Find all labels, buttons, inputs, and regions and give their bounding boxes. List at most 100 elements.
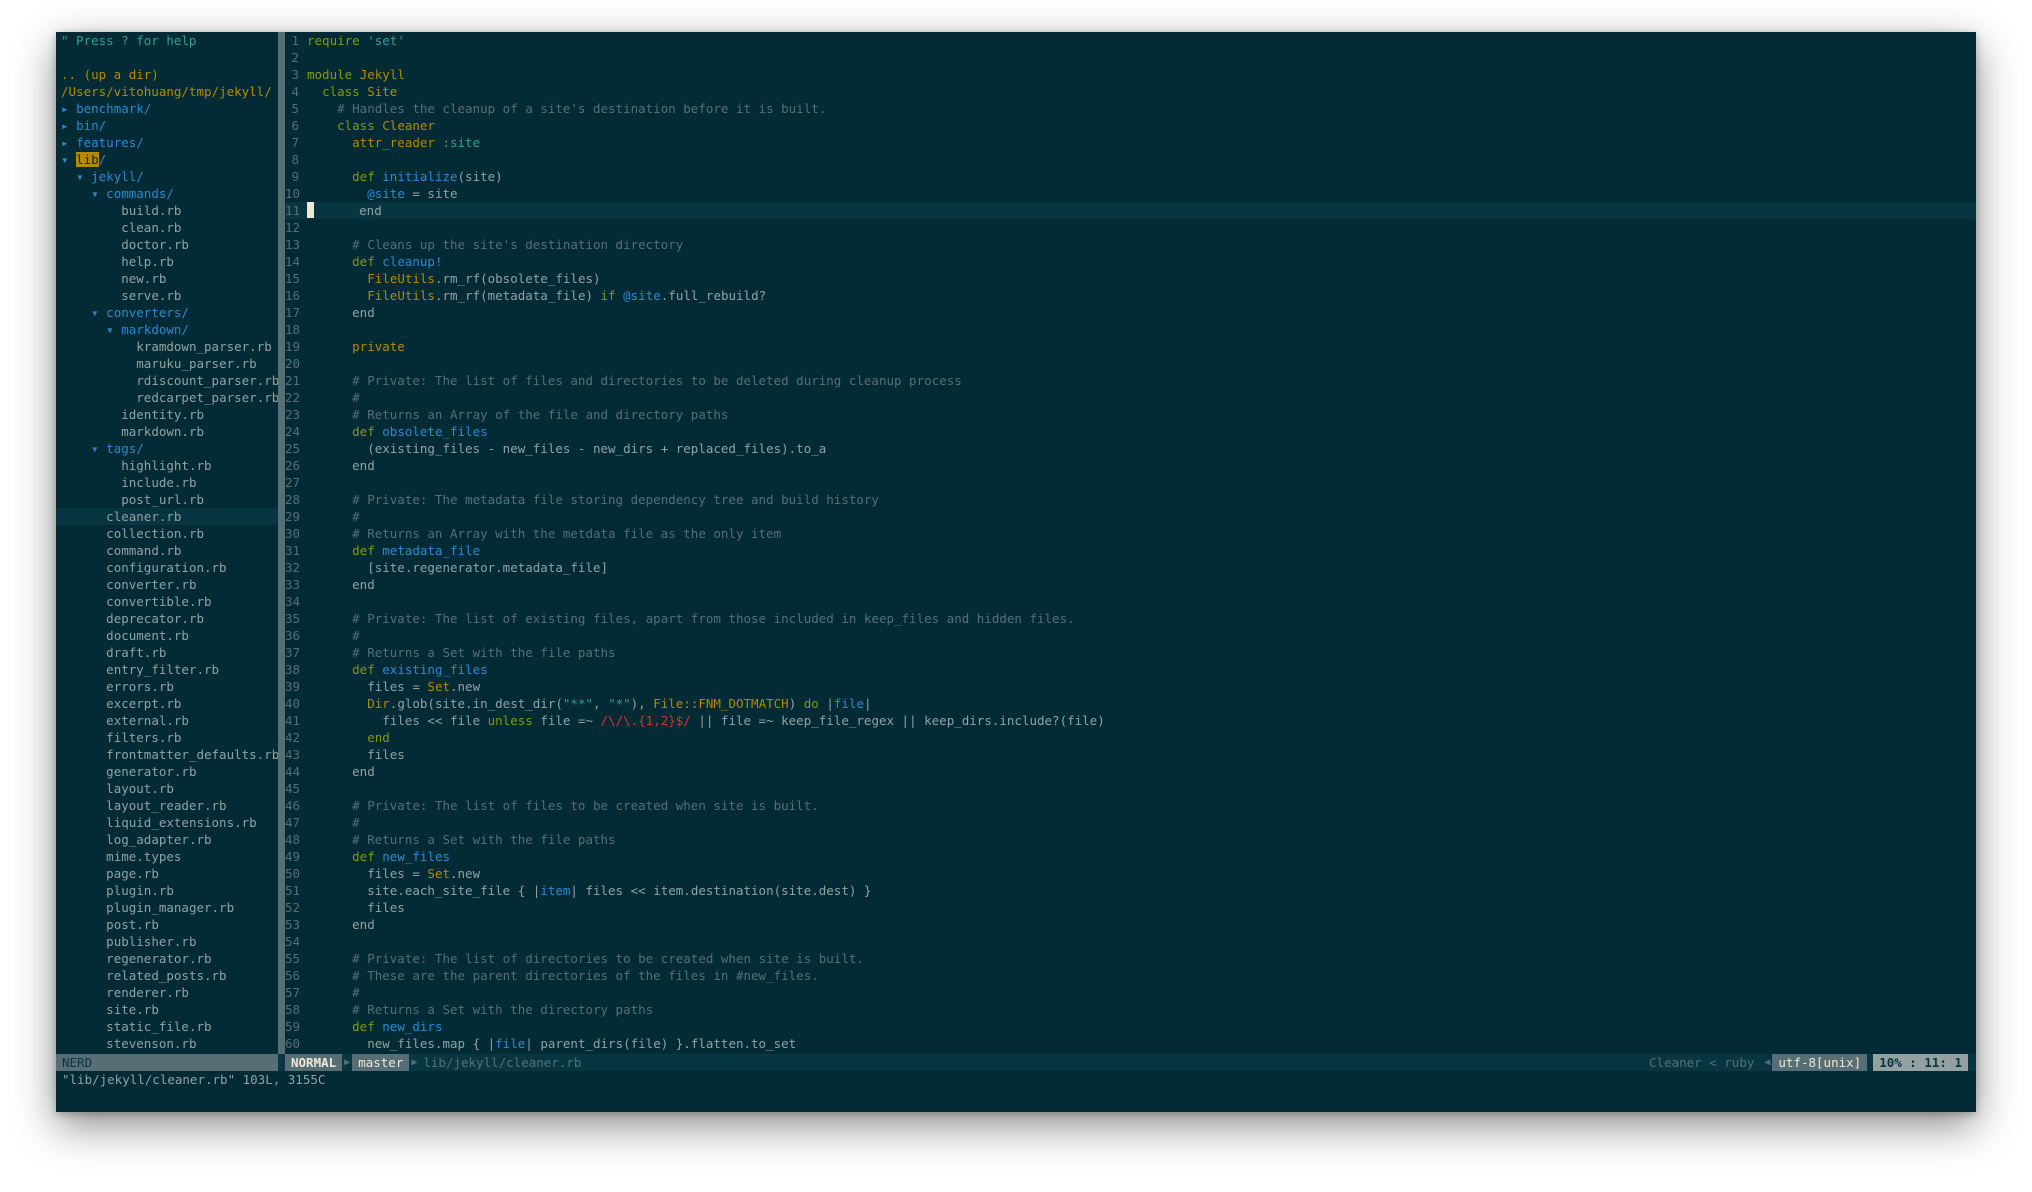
tree-file[interactable]: configuration.rb: [56, 559, 278, 576]
tree-file[interactable]: post.rb: [56, 916, 278, 933]
tree-file[interactable]: post_url.rb: [56, 491, 278, 508]
nerdtree-up-dir[interactable]: .. (up a dir): [56, 66, 278, 83]
collapsed-arrow-icon[interactable]: ▸: [61, 135, 69, 150]
code-line[interactable]: 42 end: [285, 729, 1976, 746]
code-line[interactable]: 30 # Returns an Array with the metdata f…: [285, 525, 1976, 542]
code-line[interactable]: 37 # Returns a Set with the file paths: [285, 644, 1976, 661]
tree-file[interactable]: draft.rb: [56, 644, 278, 661]
tree-file[interactable]: generator.rb: [56, 763, 278, 780]
nerdtree-panel[interactable]: " Press ? for help .. (up a dir) /Users/…: [56, 32, 278, 1054]
tree-file[interactable]: frontmatter_defaults.rb: [56, 746, 278, 763]
tree-directory[interactable]: ▾ commands/: [56, 185, 278, 202]
code-line[interactable]: 27: [285, 474, 1976, 491]
code-line[interactable]: 15 FileUtils.rm_rf(obsolete_files): [285, 270, 1976, 287]
code-line[interactable]: 13 # Cleans up the site's destination di…: [285, 236, 1976, 253]
code-line[interactable]: 57 #: [285, 984, 1976, 1001]
code-line[interactable]: 35 # Private: The list of existing files…: [285, 610, 1976, 627]
code-line[interactable]: 31 def metadata_file: [285, 542, 1976, 559]
tree-directory[interactable]: ▾ jekyll/: [56, 168, 278, 185]
code-line[interactable]: 9 def initialize(site): [285, 168, 1976, 185]
tree-file[interactable]: errors.rb: [56, 678, 278, 695]
expanded-arrow-icon[interactable]: ▾: [61, 152, 69, 167]
code-line[interactable]: 32 [site.regenerator.metadata_file]: [285, 559, 1976, 576]
tree-file[interactable]: help.rb: [56, 253, 278, 270]
code-line[interactable]: 59 def new_dirs: [285, 1018, 1976, 1035]
tree-file[interactable]: include.rb: [56, 474, 278, 491]
code-line[interactable]: 19 private: [285, 338, 1976, 355]
code-line[interactable]: 40 Dir.glob(site.in_dest_dir("**", "*"),…: [285, 695, 1976, 712]
code-line[interactable]: 2: [285, 49, 1976, 66]
tree-file[interactable]: maruku_parser.rb: [56, 355, 278, 372]
expanded-arrow-icon[interactable]: ▾: [76, 169, 84, 184]
tree-file[interactable]: related_posts.rb: [56, 967, 278, 984]
collapsed-arrow-icon[interactable]: ▸: [61, 101, 69, 116]
tree-directory[interactable]: ▸ benchmark/: [56, 100, 278, 117]
tree-file[interactable]: liquid_extensions.rb: [56, 814, 278, 831]
tree-file[interactable]: external.rb: [56, 712, 278, 729]
tree-directory[interactable]: ▾ markdown/: [56, 321, 278, 338]
tree-file[interactable]: collection.rb: [56, 525, 278, 542]
code-line[interactable]: 25 (existing_files - new_files - new_dir…: [285, 440, 1976, 457]
code-line[interactable]: 11 end: [285, 202, 1976, 219]
code-line[interactable]: 12: [285, 219, 1976, 236]
code-line[interactable]: 52 files: [285, 899, 1976, 916]
tree-file[interactable]: deprecator.rb: [56, 610, 278, 627]
tree-file[interactable]: excerpt.rb: [56, 695, 278, 712]
expanded-arrow-icon[interactable]: ▾: [91, 441, 99, 456]
tree-file[interactable]: redcarpet_parser.rb: [56, 389, 278, 406]
tree-file[interactable]: cleaner.rb: [56, 508, 278, 525]
command-line[interactable]: "lib/jekyll/cleaner.rb" 103L, 3155C: [56, 1071, 325, 1088]
code-line[interactable]: 39 files = Set.new: [285, 678, 1976, 695]
tree-file[interactable]: plugin.rb: [56, 882, 278, 899]
code-line[interactable]: 41 files << file unless file =~ /\/\.{1,…: [285, 712, 1976, 729]
code-line[interactable]: 38 def existing_files: [285, 661, 1976, 678]
tree-file[interactable]: build.rb: [56, 202, 278, 219]
code-line[interactable]: 53 end: [285, 916, 1976, 933]
code-line[interactable]: 49 def new_files: [285, 848, 1976, 865]
code-line[interactable]: 54: [285, 933, 1976, 950]
tree-directory[interactable]: ▾ lib/: [56, 151, 278, 168]
code-line[interactable]: 20: [285, 355, 1976, 372]
tree-file[interactable]: plugin_manager.rb: [56, 899, 278, 916]
tree-file[interactable]: publisher.rb: [56, 933, 278, 950]
collapsed-arrow-icon[interactable]: ▸: [61, 118, 69, 133]
code-line[interactable]: 43 files: [285, 746, 1976, 763]
code-line[interactable]: 51 site.each_site_file { |item| files <<…: [285, 882, 1976, 899]
tree-file[interactable]: regenerator.rb: [56, 950, 278, 967]
code-line[interactable]: 4 class Site: [285, 83, 1976, 100]
tree-file[interactable]: kramdown_parser.rb: [56, 338, 278, 355]
code-line[interactable]: 6 class Cleaner: [285, 117, 1976, 134]
tree-file[interactable]: filters.rb: [56, 729, 278, 746]
tree-file[interactable]: converter.rb: [56, 576, 278, 593]
code-line[interactable]: 33 end: [285, 576, 1976, 593]
code-line[interactable]: 21 # Private: The list of files and dire…: [285, 372, 1976, 389]
code-line[interactable]: 16 FileUtils.rm_rf(metadata_file) if @si…: [285, 287, 1976, 304]
tree-file[interactable]: site.rb: [56, 1001, 278, 1018]
code-line[interactable]: 28 # Private: The metadata file storing …: [285, 491, 1976, 508]
expanded-arrow-icon[interactable]: ▾: [91, 305, 99, 320]
code-line[interactable]: 24 def obsolete_files: [285, 423, 1976, 440]
code-line[interactable]: 45: [285, 780, 1976, 797]
tree-file[interactable]: convertible.rb: [56, 593, 278, 610]
expanded-arrow-icon[interactable]: ▾: [106, 322, 114, 337]
code-line[interactable]: 56 # These are the parent directories of…: [285, 967, 1976, 984]
code-line[interactable]: 48 # Returns a Set with the file paths: [285, 831, 1976, 848]
tree-file[interactable]: new.rb: [56, 270, 278, 287]
tree-directory[interactable]: ▾ tags/: [56, 440, 278, 457]
code-line[interactable]: 18: [285, 321, 1976, 338]
code-line[interactable]: 46 # Private: The list of files to be cr…: [285, 797, 1976, 814]
tree-directory[interactable]: ▸ bin/: [56, 117, 278, 134]
tree-file[interactable]: static_file.rb: [56, 1018, 278, 1035]
code-line[interactable]: 60 new_files.map { |file| parent_dirs(fi…: [285, 1035, 1976, 1052]
tree-file[interactable]: clean.rb: [56, 219, 278, 236]
code-line[interactable]: 29 #: [285, 508, 1976, 525]
code-line[interactable]: 5 # Handles the cleanup of a site's dest…: [285, 100, 1976, 117]
code-line[interactable]: 26 end: [285, 457, 1976, 474]
tree-file[interactable]: command.rb: [56, 542, 278, 559]
code-line[interactable]: 8: [285, 151, 1976, 168]
code-line[interactable]: 47 #: [285, 814, 1976, 831]
tree-file[interactable]: page.rb: [56, 865, 278, 882]
code-line[interactable]: 7 attr_reader :site: [285, 134, 1976, 151]
tree-file[interactable]: layout_reader.rb: [56, 797, 278, 814]
tree-file[interactable]: stevenson.rb: [56, 1035, 278, 1052]
